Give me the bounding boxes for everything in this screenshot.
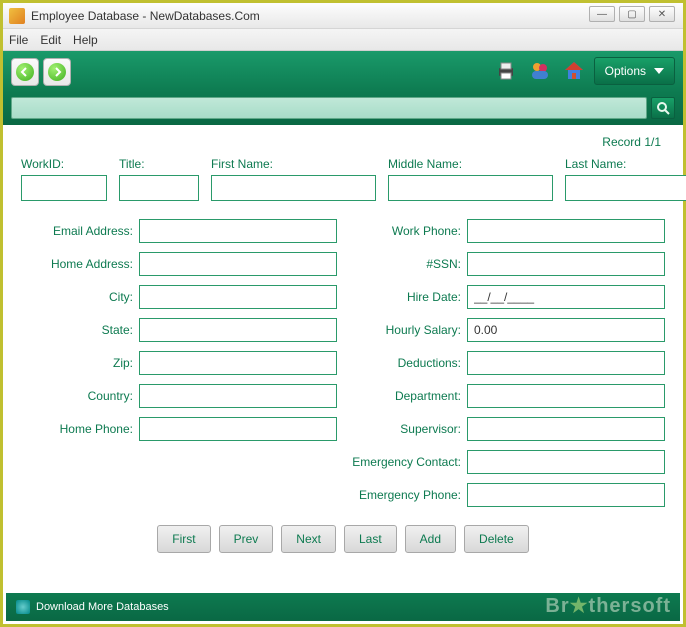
chevron-down-icon <box>654 68 664 74</box>
home-icon[interactable] <box>560 57 588 85</box>
close-button[interactable]: ✕ <box>649 6 675 22</box>
field-row: #SSN: <box>349 252 665 276</box>
record-status: Record 1/1 <box>21 131 665 157</box>
label-middle-name: Middle Name: <box>388 157 553 171</box>
label-first-name: First Name: <box>211 157 376 171</box>
right-input-5[interactable] <box>467 384 665 408</box>
delete-button[interactable]: Delete <box>464 525 529 553</box>
right-label-1: #SSN: <box>349 257 461 271</box>
download-link[interactable]: Download More Databases <box>36 601 169 613</box>
left-label-1: Home Address: <box>21 257 133 271</box>
arrow-right-icon <box>48 63 66 81</box>
right-input-8[interactable] <box>467 483 665 507</box>
right-input-1[interactable] <box>467 252 665 276</box>
right-label-0: Work Phone: <box>349 224 461 238</box>
add-button[interactable]: Add <box>405 525 456 553</box>
input-middle-name[interactable] <box>388 175 553 201</box>
magnifier-icon <box>656 101 670 115</box>
left-input-5[interactable] <box>139 384 337 408</box>
right-input-0[interactable] <box>467 219 665 243</box>
right-label-2: Hire Date: <box>349 290 461 304</box>
toolbar: Options <box>3 51 683 93</box>
search-button[interactable] <box>651 97 675 119</box>
left-label-3: State: <box>21 323 133 337</box>
window-title: Employee Database - NewDatabases.Com <box>31 9 260 23</box>
right-label-8: Emergency Phone: <box>349 488 461 502</box>
label-last-name: Last Name: <box>565 157 686 171</box>
left-input-2[interactable] <box>139 285 337 309</box>
left-column: Email Address: Home Address: City: State: Zi… <box>21 219 337 507</box>
window-titlebar: Employee Database - NewDatabases.Com — ▢… <box>3 3 683 29</box>
field-row: Department: <box>349 384 665 408</box>
right-input-4[interactable] <box>467 351 665 375</box>
maximize-button[interactable]: ▢ <box>619 6 645 22</box>
field-row: Emergency Phone: <box>349 483 665 507</box>
input-title[interactable] <box>119 175 199 201</box>
field-row: Work Phone: <box>349 219 665 243</box>
field-row: State: <box>21 318 337 342</box>
menu-file[interactable]: File <box>9 33 28 47</box>
next-button[interactable]: Next <box>281 525 336 553</box>
watermark: Br★thersoft <box>545 593 671 618</box>
field-row: Supervisor: <box>349 417 665 441</box>
right-label-6: Supervisor: <box>349 422 461 436</box>
form-columns: Email Address: Home Address: City: State: Zi… <box>21 219 665 507</box>
last-button[interactable]: Last <box>344 525 397 553</box>
field-row: Email Address: <box>21 219 337 243</box>
menu-edit[interactable]: Edit <box>40 33 61 47</box>
prev-button[interactable]: Prev <box>219 525 274 553</box>
top-field-row: WorkID: Title: First Name: Middle Name: … <box>21 157 665 201</box>
options-label: Options <box>605 64 646 78</box>
left-label-0: Email Address: <box>21 224 133 238</box>
left-label-6: Home Phone: <box>21 422 133 436</box>
first-button[interactable]: First <box>157 525 210 553</box>
field-row: Emergency Contact: <box>349 450 665 474</box>
arrow-left-icon <box>16 63 34 81</box>
right-column: Work Phone: #SSN: Hire Date: Hourly Salary:… <box>349 219 665 507</box>
field-row: Hire Date: <box>349 285 665 309</box>
right-input-3[interactable] <box>467 318 665 342</box>
search-input[interactable] <box>11 97 647 119</box>
left-input-4[interactable] <box>139 351 337 375</box>
input-workid[interactable] <box>21 175 107 201</box>
field-row: City: <box>21 285 337 309</box>
menu-help[interactable]: Help <box>73 33 98 47</box>
nav-back-button[interactable] <box>11 58 39 86</box>
left-label-4: Zip: <box>21 356 133 370</box>
options-button[interactable]: Options <box>594 57 675 85</box>
nav-forward-button[interactable] <box>43 58 71 86</box>
minimize-button[interactable]: — <box>589 6 615 22</box>
right-label-5: Department: <box>349 389 461 403</box>
left-label-2: City: <box>21 290 133 304</box>
right-label-7: Emergency Contact: <box>349 455 461 469</box>
field-row: Country: <box>21 384 337 408</box>
field-row: Zip: <box>21 351 337 375</box>
download-icon <box>16 600 30 614</box>
right-label-3: Hourly Salary: <box>349 323 461 337</box>
right-input-6[interactable] <box>467 417 665 441</box>
searchbar <box>3 93 683 125</box>
right-input-2[interactable] <box>467 285 665 309</box>
app-icon <box>9 8 25 24</box>
users-icon[interactable] <box>526 57 554 85</box>
left-input-6[interactable] <box>139 417 337 441</box>
left-input-3[interactable] <box>139 318 337 342</box>
form-content: Record 1/1 WorkID: Title: First Name: Mi… <box>3 125 683 563</box>
right-input-7[interactable] <box>467 450 665 474</box>
left-input-0[interactable] <box>139 219 337 243</box>
label-title: Title: <box>119 157 199 171</box>
left-input-1[interactable] <box>139 252 337 276</box>
print-icon[interactable] <box>492 57 520 85</box>
field-row: Home Phone: <box>21 417 337 441</box>
menubar: File Edit Help <box>3 29 683 51</box>
input-last-name[interactable] <box>565 175 686 201</box>
label-workid: WorkID: <box>21 157 107 171</box>
right-label-4: Deductions: <box>349 356 461 370</box>
left-label-5: Country: <box>21 389 133 403</box>
field-row: Hourly Salary: <box>349 318 665 342</box>
action-button-row: First Prev Next Last Add Delete <box>21 525 665 553</box>
input-first-name[interactable] <box>211 175 376 201</box>
field-row: Deductions: <box>349 351 665 375</box>
field-row: Home Address: <box>21 252 337 276</box>
